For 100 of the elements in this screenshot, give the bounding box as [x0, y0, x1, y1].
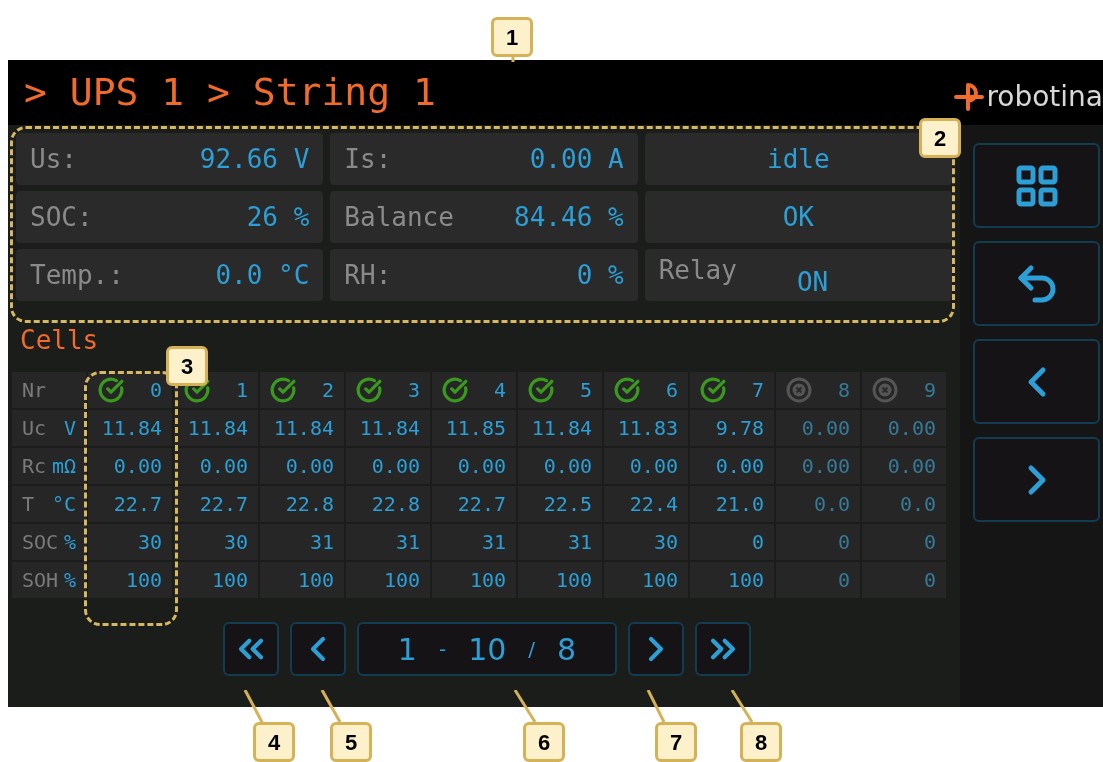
- status-value: idle: [767, 142, 830, 176]
- table-cell: 22.7: [88, 486, 174, 524]
- table-cell: 0.00: [776, 448, 862, 486]
- summary-label: Balance: [344, 200, 454, 234]
- table-cell: 22.7: [174, 486, 260, 524]
- summary-label: Is:: [344, 142, 392, 176]
- table-cell: 22.4: [604, 486, 690, 524]
- cell-number: 4: [493, 377, 506, 404]
- table-cell: 0: [776, 562, 862, 600]
- table-cell: 22.7: [432, 486, 518, 524]
- leader-line: [320, 690, 342, 722]
- menu-button[interactable]: [973, 143, 1100, 228]
- table-cell: 0.00: [432, 448, 518, 486]
- table-cell: 0.00: [518, 448, 604, 486]
- table-cell: 11.84: [174, 410, 260, 448]
- table-cell: 0: [862, 524, 948, 562]
- table-cell: 22.8: [260, 486, 346, 524]
- table-cell: 31: [432, 524, 518, 562]
- summary-label: SOC:: [30, 200, 93, 234]
- table-cell: 0.00: [690, 448, 776, 486]
- leader-line: [646, 690, 666, 722]
- summary-value: 26 %: [246, 200, 310, 234]
- row-header: SOH: [22, 567, 59, 594]
- callout-badge: 2: [919, 118, 961, 158]
- table-cell: 31: [346, 524, 432, 562]
- unit-label: °C: [51, 491, 76, 518]
- summary-label: Us:: [30, 142, 77, 176]
- last-page-button[interactable]: [695, 622, 751, 676]
- cell-number: 0: [149, 377, 162, 404]
- table-cell: 0.0: [776, 486, 862, 524]
- page-range-display: 1 - 10 / 8: [357, 622, 617, 676]
- unit-label: mΩ: [51, 453, 76, 480]
- table-cell: 0.00: [776, 410, 862, 448]
- summary-label: RH:: [344, 258, 392, 292]
- check-circle-icon: [270, 377, 296, 403]
- table-cell: 11.83: [604, 410, 690, 448]
- relay-label: Relay: [658, 254, 737, 287]
- back-button[interactable]: [973, 241, 1100, 326]
- cell-number: 7: [751, 377, 764, 404]
- row-header: Rc: [22, 453, 47, 480]
- table-cell: 100: [432, 562, 518, 600]
- callout-badge: 8: [740, 722, 782, 762]
- leader-line: [243, 690, 264, 722]
- unit-label: V: [63, 415, 76, 442]
- error-circle-icon: [872, 377, 898, 403]
- status-value: OK: [782, 200, 814, 234]
- row-header: SOC: [22, 529, 59, 556]
- breadcrumb-title: > UPS 1 > String 1: [24, 69, 436, 116]
- leader-line: [730, 690, 754, 722]
- row-header: Uc: [22, 415, 47, 442]
- table-cell: 21.0: [690, 486, 776, 524]
- summary-value: 0.0 °C: [215, 258, 310, 292]
- next-page-button[interactable]: [628, 622, 684, 676]
- table-cell: 100: [346, 562, 432, 600]
- callout-badge: 5: [330, 722, 372, 762]
- check-circle-icon: [614, 377, 640, 403]
- table-cell: 31: [260, 524, 346, 562]
- error-circle-icon: [786, 377, 812, 403]
- table-cell: 0.00: [604, 448, 690, 486]
- cell-number: 9: [923, 377, 936, 404]
- table-cell: 0: [690, 524, 776, 562]
- cell-number: 1: [235, 377, 248, 404]
- table-cell: 22.8: [346, 486, 432, 524]
- first-page-button[interactable]: [223, 622, 279, 676]
- table-cell: 100: [604, 562, 690, 600]
- table-cell: 9.78: [690, 410, 776, 448]
- callout-badge: 7: [655, 722, 697, 762]
- callout-badge: 1: [491, 17, 533, 57]
- summary-value: 84.46 %: [514, 200, 624, 234]
- table-cell: 30: [604, 524, 690, 562]
- summary-value: 0 %: [576, 258, 624, 292]
- table-cell: 11.84: [260, 410, 346, 448]
- unit-label: %: [63, 567, 76, 594]
- row-header: Nr: [22, 377, 47, 404]
- check-circle-icon: [528, 377, 554, 403]
- table-cell: 0.00: [88, 448, 174, 486]
- table-cell: 0.00: [862, 448, 948, 486]
- table-cell: 100: [174, 562, 260, 600]
- table-cell: 30: [174, 524, 260, 562]
- table-cell: 0.00: [862, 410, 948, 448]
- check-circle-icon: [356, 377, 382, 403]
- callout-badge: 3: [166, 346, 208, 386]
- unit-label: %: [63, 529, 76, 556]
- table-cell: 100: [260, 562, 346, 600]
- cell-number: 5: [579, 377, 592, 404]
- section-title: Cells: [20, 324, 99, 357]
- table-cell: 11.85: [432, 410, 518, 448]
- summary-value: 0.00 A: [529, 142, 624, 176]
- table-cell: 22.5: [518, 486, 604, 524]
- table-cell: 30: [88, 524, 174, 562]
- cell-number: 3: [407, 377, 420, 404]
- row-header: T: [22, 491, 35, 518]
- cell-number: 2: [321, 377, 334, 404]
- callout-badge: 4: [253, 722, 295, 762]
- check-circle-icon: [700, 377, 726, 403]
- previous-page-button[interactable]: [290, 622, 346, 676]
- table-cell: 11.84: [88, 410, 174, 448]
- table-cell: 11.84: [346, 410, 432, 448]
- check-circle-icon: [98, 377, 124, 403]
- logo-text: robotina: [986, 82, 1103, 111]
